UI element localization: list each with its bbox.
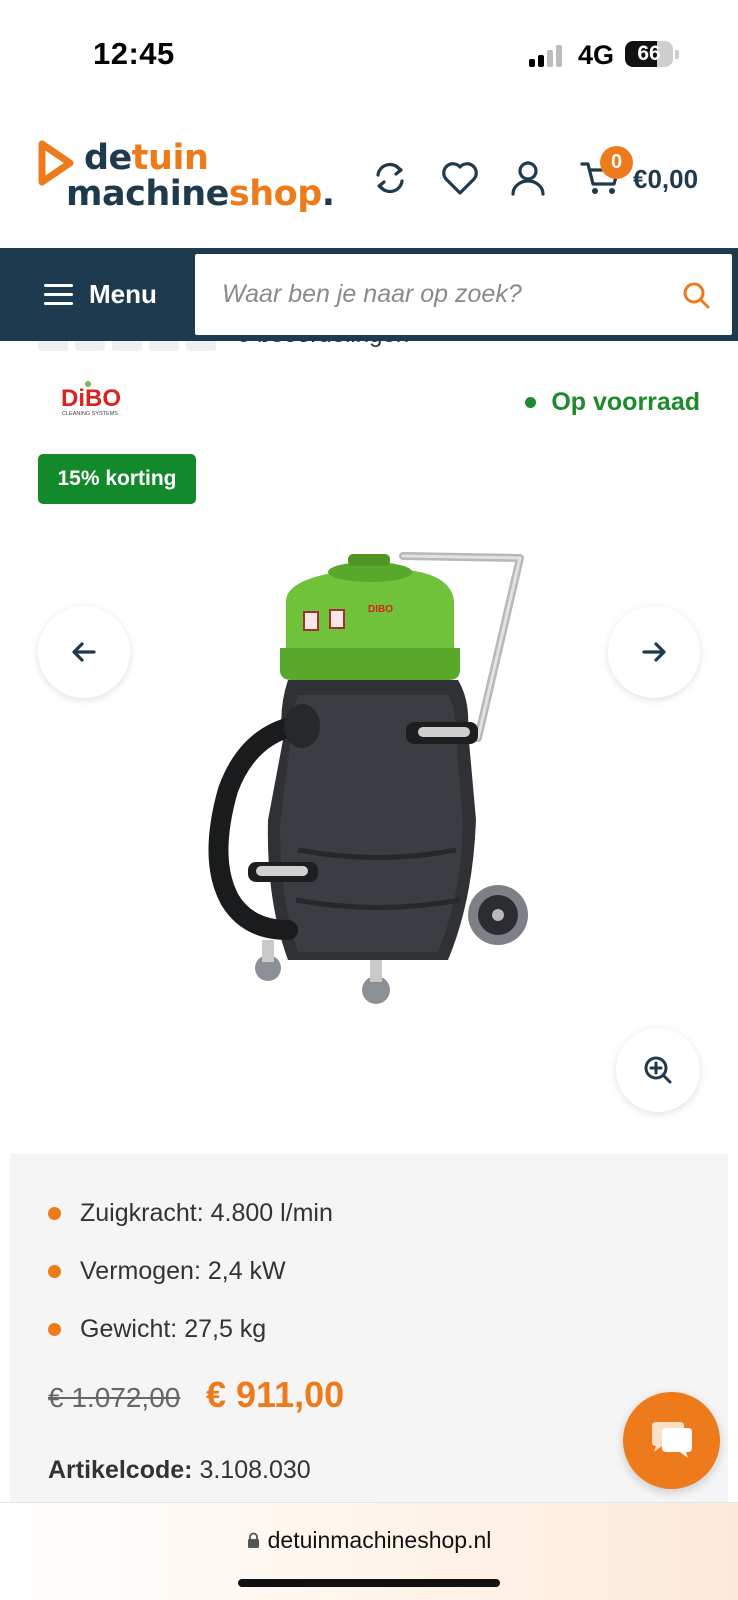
site-header: detuin machineshop. 0 €0,00: [0, 100, 738, 248]
refresh-icon[interactable]: [370, 158, 410, 198]
bullet-icon: [48, 1264, 61, 1278]
nav-bar: Menu: [0, 248, 738, 341]
spec-item: Zuigkracht: 4.800 l/min: [48, 1184, 333, 1242]
product-info-panel: Zuigkracht: 4.800 l/min Vermogen: 2,4 kW…: [10, 1154, 728, 1504]
battery-level: 66: [637, 42, 661, 65]
star-icon: [75, 341, 105, 351]
product-image[interactable]: DIBO: [138, 520, 608, 1050]
search-icon[interactable]: [682, 281, 710, 309]
heart-icon[interactable]: [440, 158, 480, 198]
rating-row: 0 beoordelingen: [38, 341, 438, 355]
menu-label: Menu: [89, 279, 157, 309]
search-box: [195, 254, 732, 335]
status-time: 12:45: [93, 36, 175, 71]
brand-logo[interactable]: DiBO CLEANING SYSTEMS: [58, 380, 130, 420]
battery-icon: 66: [625, 41, 673, 67]
user-icon[interactable]: [508, 158, 548, 198]
menu-button[interactable]: Menu: [0, 248, 192, 341]
arrow-right-icon: [642, 642, 666, 662]
stock-label: Op voorraad: [551, 388, 700, 416]
site-logo[interactable]: detuin machineshop.: [36, 138, 336, 218]
hamburger-icon: [44, 283, 73, 306]
svg-text:DIBO: DIBO: [368, 604, 393, 615]
lock-icon: [247, 1532, 259, 1548]
spec-item: Gewicht: 27,5 kg: [48, 1300, 333, 1358]
article-code-label: Artikelcode:: [48, 1456, 193, 1484]
next-image-button[interactable]: [608, 606, 700, 698]
star-icon: [38, 341, 68, 351]
zoom-in-icon: [644, 1056, 672, 1084]
rating-count[interactable]: 0 beoordelingen: [237, 341, 409, 349]
svg-text:CLEANING SYSTEMS: CLEANING SYSTEMS: [62, 411, 118, 417]
sale-price: € 911,00: [206, 1374, 345, 1415]
zoom-button[interactable]: [616, 1028, 700, 1112]
search-input[interactable]: [195, 254, 665, 335]
article-code-value: 3.108.030: [199, 1456, 311, 1484]
star-icon: [186, 341, 216, 351]
chat-bubble-icon: [651, 1421, 692, 1458]
home-indicator[interactable]: [238, 1579, 500, 1587]
signal-icon: [529, 45, 565, 67]
bullet-icon: [48, 1322, 61, 1336]
network-label: 4G: [578, 40, 615, 70]
stock-status: Op voorraad: [525, 388, 700, 417]
arrow-left-icon: [72, 642, 96, 662]
chat-button[interactable]: [623, 1392, 720, 1489]
prev-image-button[interactable]: [38, 606, 130, 698]
svg-text:DiBO: DiBO: [61, 385, 121, 412]
bullet-icon: [48, 1206, 61, 1220]
stock-dot-icon: [525, 397, 537, 408]
star-icon: [112, 341, 142, 351]
url-text: detuinmachineshop.nl: [267, 1527, 492, 1553]
article-code: Artikelcode: 3.108.030: [48, 1456, 311, 1485]
discount-badge: 15% korting: [38, 454, 196, 504]
cart-total[interactable]: €0,00: [633, 164, 698, 195]
url-field[interactable]: detuinmachineshop.nl: [0, 1527, 738, 1554]
browser-url-bar: detuinmachineshop.nl: [0, 1502, 738, 1600]
status-bar: 12:45 4G 66: [0, 0, 738, 100]
logo-text-top: detuin: [84, 138, 209, 178]
spec-list: Zuigkracht: 4.800 l/min Vermogen: 2,4 kW…: [48, 1184, 333, 1358]
cart-count-badge: 0: [600, 146, 633, 179]
old-price: € 1.072,00: [48, 1382, 181, 1413]
spec-item: Vermogen: 2,4 kW: [48, 1242, 333, 1300]
battery-tip: [675, 50, 679, 59]
star-icon: [149, 341, 179, 351]
logo-text-bottom: machineshop.: [66, 174, 335, 214]
